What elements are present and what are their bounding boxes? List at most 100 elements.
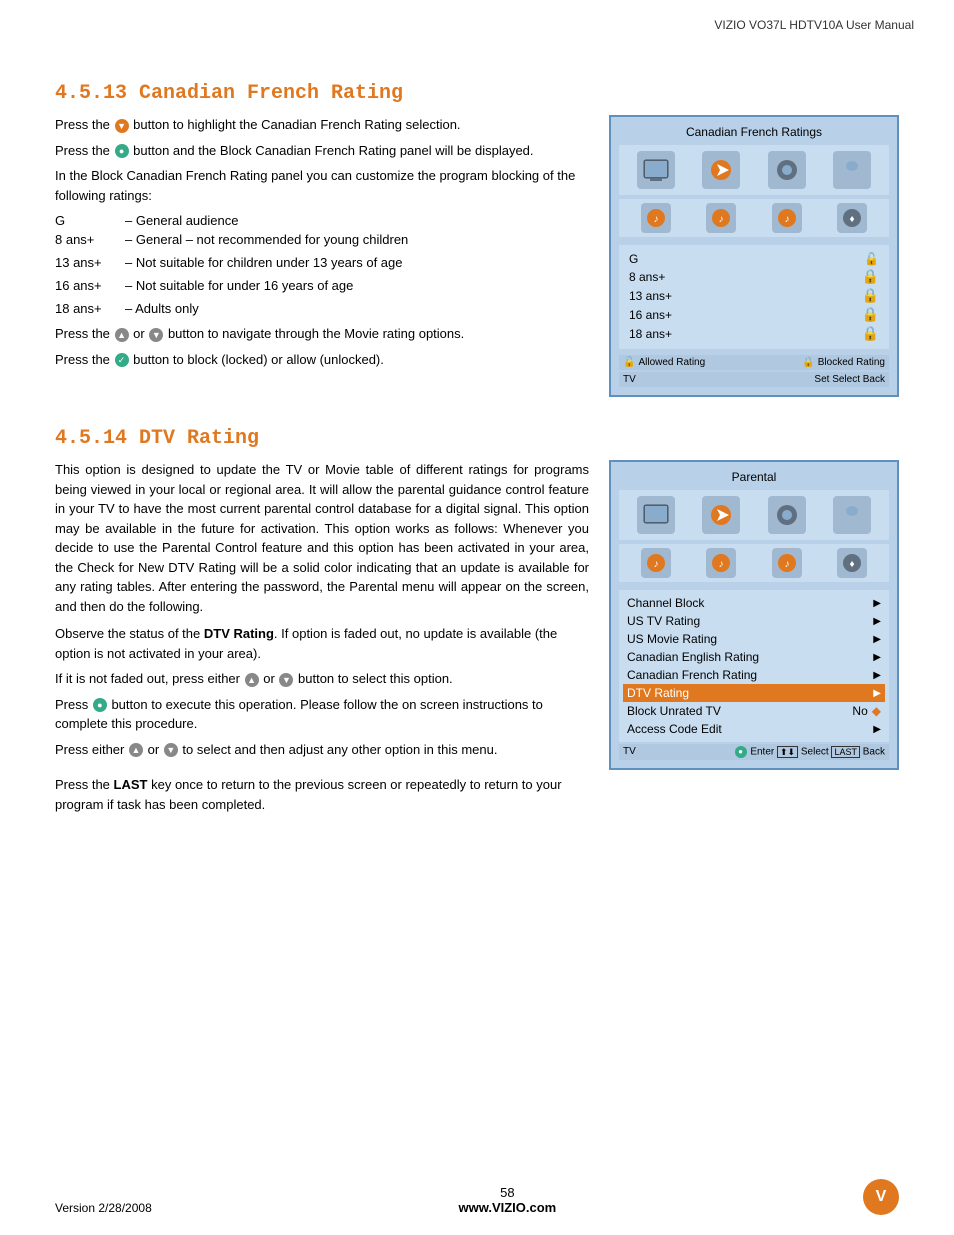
parental-menu-list: Channel Block ▶ US TV Rating ▶ US Movie … [619,590,889,742]
arrow-us-movie: ▶ [873,634,881,645]
para-1-text: button to highlight the Canadian French … [133,117,460,132]
parental-icon-sm-3: ♪ [772,548,802,578]
canadian-french-ratings-panel: Canadian French Ratings [609,115,899,397]
section-4514-title: 4.5.14 DTV Rating [55,427,899,450]
legend-row: 🔓 Allowed Rating 🔒 Blocked Rating [619,355,889,370]
section-4514-text: This option is designed to update the TV… [55,460,589,820]
dtv-if-not: If it is not faded out, press either ▲ o… [55,669,589,689]
icon-bird [833,151,871,189]
nav-text-1: Press the ▲ or ▼ button to navigate thro… [55,324,589,344]
unlock-icon-G: 🔓 [864,252,879,266]
rating-row-8ans: 8 ans+ 🔒 [629,267,879,286]
dtv-press: Press ● button to execute this operation… [55,695,589,734]
parental-nav-hint: ● Enter ⬆⬇ Select LAST Back [734,746,885,758]
arrow-access-code: ▶ [873,724,881,735]
parental-tv-label: TV [623,746,636,758]
icon-sm-2: ♪ [706,203,736,233]
icon-sm-4: ♦ [837,203,867,233]
dtv-observe: Observe the status of the DTV Rating. If… [55,624,589,663]
icon-settings [768,151,806,189]
parental-panel-title: Parental [619,470,889,484]
menu-us-tv-rating: US TV Rating ▶ [627,612,881,630]
btn-icon-up3: ▲ [129,743,143,757]
rating-row-G: G 🔓 [629,251,879,267]
parental-icon-settings [768,496,806,534]
page-header: VIZIO VO37L HDTV10A User Manual [0,0,954,32]
panel-title: Canadian French Ratings [619,125,889,139]
section-4513-text: Press the ▼ button to highlight the Cana… [55,115,589,375]
btn-icon-up2: ▲ [245,673,259,687]
rating-row-18ans: 18 ans+ 🔒 [629,324,879,343]
section-4513-layout: Press the ▼ button to highlight the Cana… [55,115,899,397]
section-4513-title: 4.5.13 Canadian French Rating [55,82,899,105]
parental-icons-row-1 [619,490,889,540]
parental-icon-bird [833,496,871,534]
menu-canadian-french: Canadian French Rating ▶ [627,666,881,684]
panel-nav-hint: Set Select Back [814,374,885,385]
icon-cursor [702,151,740,189]
lock-icon-18ans: 🔒 [862,325,879,342]
para-1: Press the ▼ button to highlight the Cana… [55,115,589,135]
dtv-press2: Press either ▲ or ▼ to select and then a… [55,740,589,760]
button-icon-enter: ● [115,144,129,158]
btn-icon-down3: ▼ [164,743,178,757]
parental-icon-sm-2: ♪ [706,548,736,578]
legend-blocked: 🔒 Blocked Rating [802,357,885,368]
parental-icon-tv [637,496,675,534]
back-box: LAST [831,746,860,758]
menu-channel-block: Channel Block ▶ [627,594,881,612]
dtv-intro: This option is designed to update the TV… [55,460,589,616]
svg-text:♦: ♦ [850,214,855,225]
legend-allowed: 🔓 Allowed Rating [623,357,705,368]
ratings-list: G 🔓 8 ans+ 🔒 13 ans+ 🔒 16 ans+ [619,245,889,349]
panel-tv-label: TV [623,374,636,385]
rating-row-13ans: 13 ans+ 🔒 [629,286,879,305]
svg-text:♪: ♪ [653,214,658,225]
svg-text:♪: ♪ [784,214,789,225]
menu-canadian-english: Canadian English Rating ▶ [627,648,881,666]
svg-text:♪: ♪ [719,559,724,570]
rating-8ans: 8 ans+ – General – not recommended for y… [55,232,589,247]
version-text: Version 2/28/2008 [55,1201,152,1215]
vizio-logo: V [863,1179,899,1215]
nav-icon-down: ▼ [149,328,163,342]
menu-us-movie-rating: US Movie Rating ▶ [627,630,881,648]
rating-16ans: 16 ans+ – Not suitable for under 16 year… [55,278,589,293]
btn-icon-execute: ● [93,698,107,712]
parental-ratings-panel: Parental [609,460,899,770]
menu-dtv-rating: DTV Rating ▶ [623,684,885,702]
arrow-dtv: ▶ [873,688,881,699]
svg-text:♪: ♪ [719,214,724,225]
svg-text:♪: ♪ [784,559,789,570]
nav-icon-select: ✓ [115,353,129,367]
para-2-text: button and the Block Canadian French Rat… [133,143,533,158]
nav-text-2: Press the ✓ button to block (locked) or … [55,350,589,370]
rating-18ans: 18 ans+ – Adults only [55,301,589,316]
panel-icons-row-2: ♪ ♪ ♪ ♦ [619,199,889,237]
menu-access-code: Access Code Edit ▶ [627,720,881,738]
arrow-canadian-french: ▶ [873,670,881,681]
arrow-canadian-english: ▶ [873,652,881,663]
rating-row-16ans: 16 ans+ 🔒 [629,305,879,324]
parental-icons-row-2: ♪ ♪ ♪ ♦ [619,544,889,582]
diamond-block-unrated: ◆ [872,704,881,718]
lock-icon-13ans: 🔒 [862,287,879,304]
arrow-channel-block: ▶ [873,598,881,609]
page-number: 58 [458,1185,556,1200]
svg-text:♦: ♦ [850,559,855,570]
main-content: 4.5.13 Canadian French Rating Press the … [0,32,954,850]
website: www.VIZIO.com [458,1200,556,1215]
para-2: Press the ● button and the Block Canadia… [55,141,589,161]
ratings-descriptions: G – General audience 8 ans+ – General – … [55,213,589,316]
icon-sm-3: ♪ [772,203,802,233]
section-4514: 4.5.14 DTV Rating This option is designe… [55,427,899,820]
lock-icon-16ans: 🔒 [862,306,879,323]
enter-icon: ● [735,746,747,758]
para-3: In the Block Canadian French Rating pane… [55,166,589,205]
btn-icon-down2: ▼ [279,673,293,687]
section-4513: 4.5.13 Canadian French Rating Press the … [55,82,899,397]
nav-icon-up: ▲ [115,328,129,342]
icon-sm-1: ♪ [641,203,671,233]
menu-block-unrated: Block Unrated TV No ◆ [627,702,881,720]
arrow-us-tv: ▶ [873,616,881,627]
